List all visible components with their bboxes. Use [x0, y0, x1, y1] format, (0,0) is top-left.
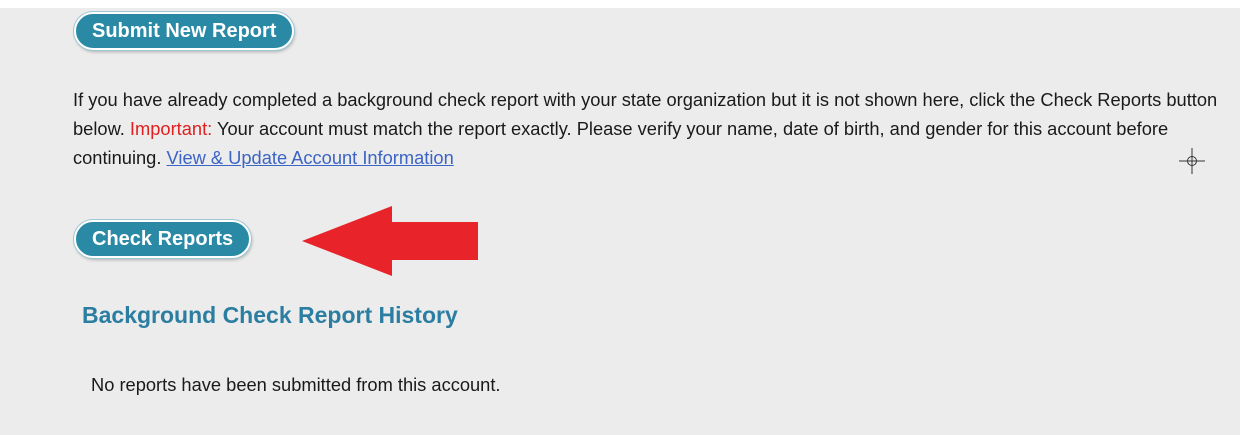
crosshair-cursor-icon — [1179, 148, 1205, 174]
intro-paragraph: If you have already completed a backgrou… — [73, 85, 1243, 172]
empty-reports-message: No reports have been submitted from this… — [91, 374, 501, 395]
report-history-heading: Background Check Report History — [82, 302, 458, 328]
left-pointing-arrow-icon — [302, 206, 478, 276]
check-reports-button[interactable]: Check Reports — [74, 220, 252, 258]
view-update-account-link[interactable]: View & Update Account Information — [167, 147, 454, 168]
submit-new-report-button[interactable]: Submit New Report — [74, 12, 295, 50]
important-label: Important: — [129, 118, 213, 139]
